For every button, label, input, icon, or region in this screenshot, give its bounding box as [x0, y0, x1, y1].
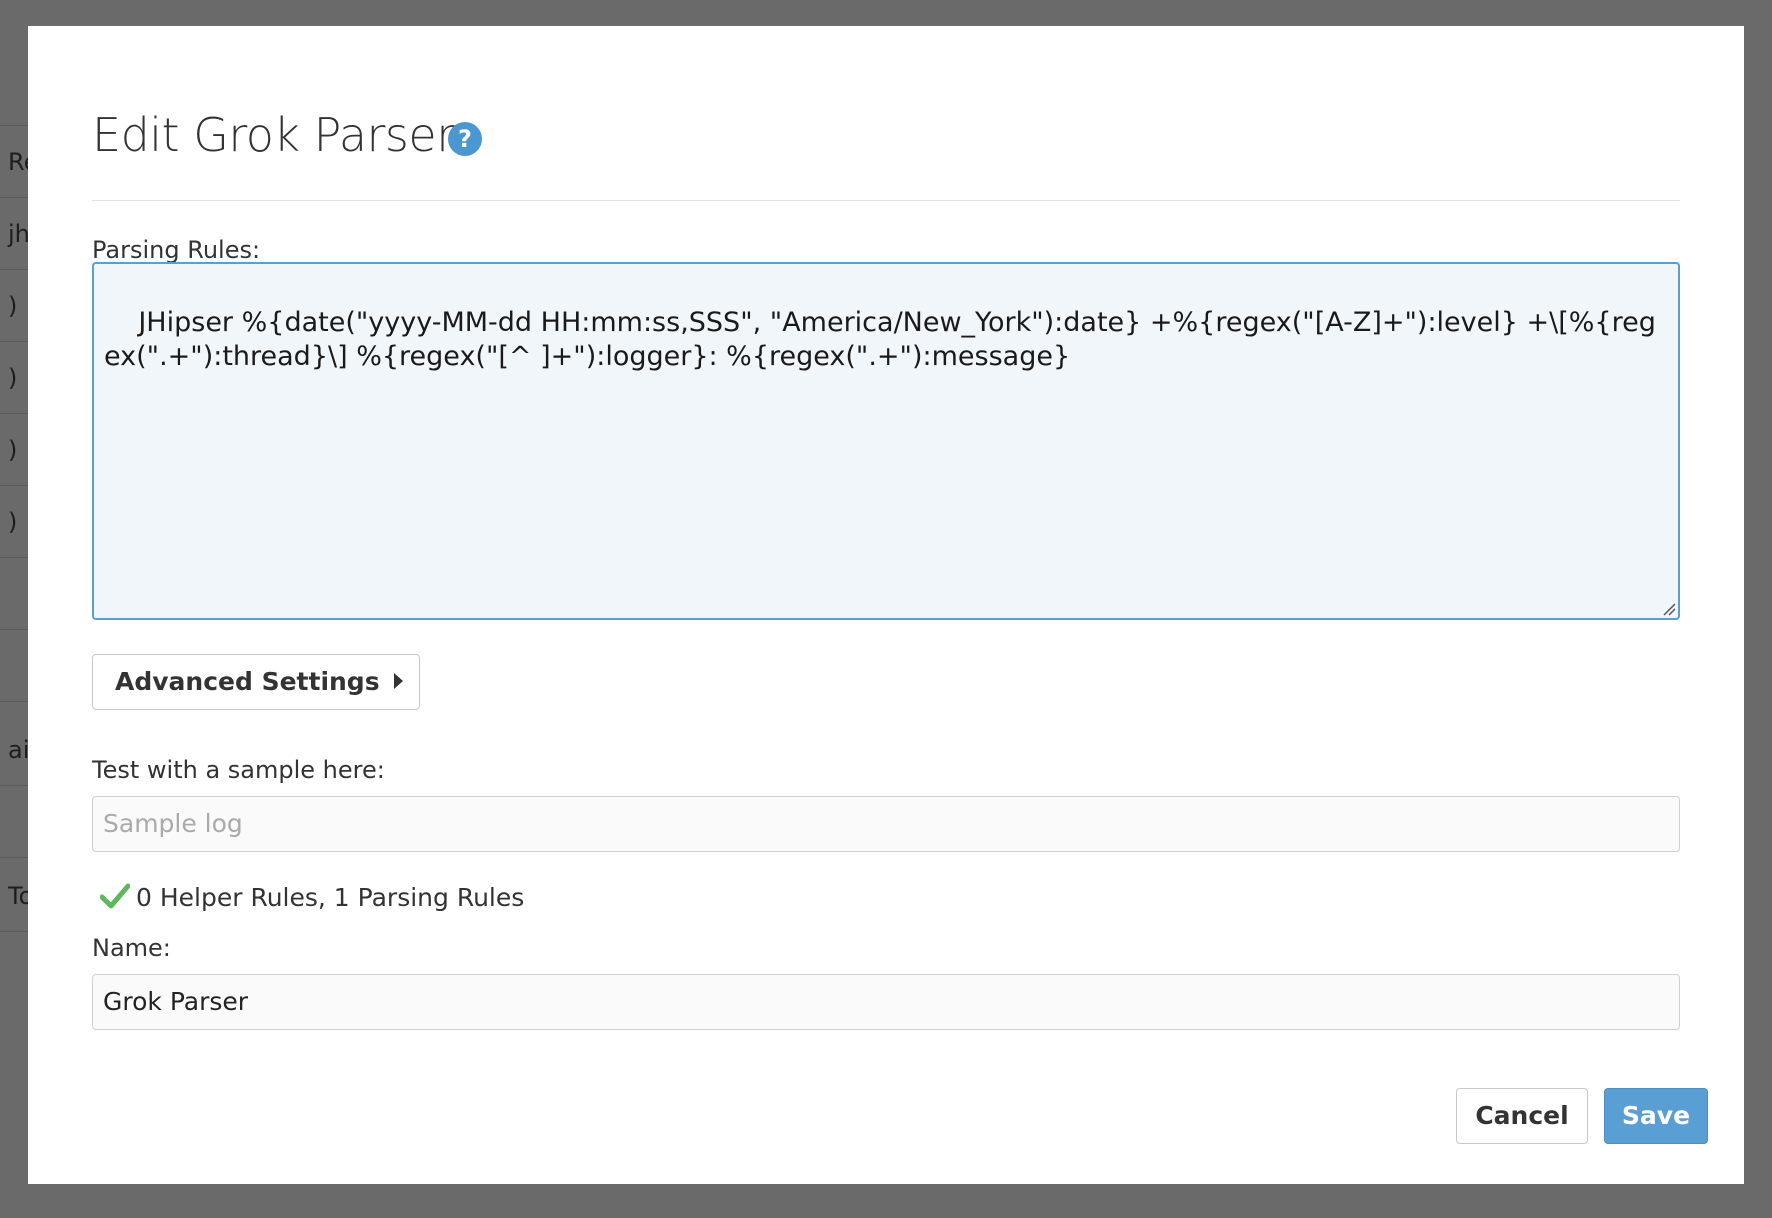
checkmark-icon — [100, 883, 130, 909]
parse-status: 0 Helper Rules, 1 Parsing Rules — [100, 882, 524, 914]
resize-grip-icon[interactable] — [1660, 600, 1676, 616]
parsing-rules-label: Parsing Rules: — [92, 236, 261, 264]
parsing-rules-text: JHipser %{date("yyyy-MM-dd HH:mm:ss,SSS"… — [104, 307, 1656, 372]
name-label: Name: — [92, 934, 171, 962]
caret-right-icon — [393, 673, 403, 689]
parse-status-text: 0 Helper Rules, 1 Parsing Rules — [136, 883, 525, 912]
edit-grok-parser-dialog: Edit Grok Parser ? Parsing Rules: JHipse… — [28, 26, 1744, 1184]
sample-log-input[interactable]: Sample log — [92, 796, 1680, 852]
dialog-header: Edit Grok Parser ? — [92, 82, 1680, 201]
question-circle-icon[interactable]: ? — [448, 122, 482, 156]
dialog-title: Edit Grok Parser — [92, 108, 455, 162]
advanced-settings-label: Advanced Settings — [115, 667, 380, 696]
sample-label: Test with a sample here: — [92, 756, 385, 784]
cancel-button[interactable]: Cancel — [1456, 1088, 1588, 1144]
parsing-rules-textarea[interactable]: JHipser %{date("yyyy-MM-dd HH:mm:ss,SSS"… — [92, 262, 1680, 620]
save-button[interactable]: Save — [1604, 1088, 1708, 1144]
name-input[interactable]: Grok Parser — [92, 974, 1680, 1030]
advanced-settings-button[interactable]: Advanced Settings — [92, 654, 420, 710]
